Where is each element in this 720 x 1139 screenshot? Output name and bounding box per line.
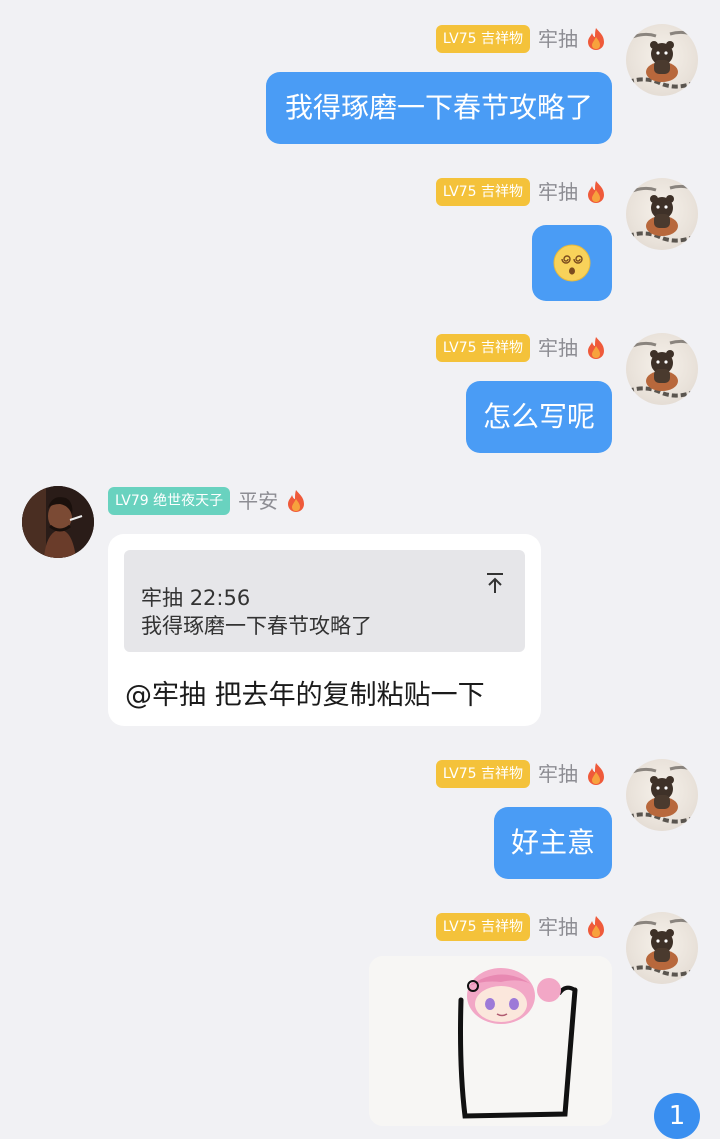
sender-name[interactable]: 牢抽 bbox=[538, 178, 578, 206]
sender-header: LV75 吉祥物 牢抽 bbox=[435, 25, 606, 53]
person-avatar-icon bbox=[22, 486, 94, 558]
avatar[interactable] bbox=[626, 333, 698, 405]
reply-text: @牢抽 把去年的复制粘贴一下 bbox=[125, 680, 485, 711]
avatar[interactable] bbox=[626, 178, 698, 250]
bear-avatar-icon bbox=[626, 178, 698, 250]
level-badge: LV75 吉祥物 bbox=[435, 178, 530, 206]
sender-name[interactable]: 牢抽 bbox=[538, 334, 578, 362]
fire-icon bbox=[586, 180, 606, 204]
avatar[interactable] bbox=[626, 24, 698, 96]
level-badge: LV75 吉祥物 bbox=[435, 760, 530, 788]
quote-time: 22:56 bbox=[189, 586, 251, 610]
bear-avatar-icon bbox=[626, 759, 698, 831]
sender-header: LV75 吉祥物 牢抽 bbox=[435, 178, 606, 206]
unread-count-badge[interactable]: 1 bbox=[654, 1093, 700, 1139]
message-bubble[interactable]: 好主意 bbox=[493, 807, 612, 879]
dizzy-face-emoji-icon bbox=[553, 244, 591, 282]
fire-icon bbox=[286, 489, 306, 513]
quote-header: 牢抽 22:56 bbox=[141, 582, 250, 612]
chat-screen: { "messages": [ {"badge": "LV75 吉祥物", "n… bbox=[0, 0, 720, 1139]
bear-avatar-icon bbox=[626, 912, 698, 984]
sender-header: LV75 吉祥物 牢抽 bbox=[435, 760, 606, 788]
bear-avatar-icon bbox=[626, 333, 698, 405]
sender-name[interactable]: 牢抽 bbox=[538, 25, 578, 53]
reply-message-bubble[interactable]: 牢抽 22:56 我得琢磨一下春节攻略了 @牢抽 把去年的复制粘贴一下 bbox=[108, 534, 541, 726]
sender-header: LV79 绝世夜天子 平安 bbox=[108, 487, 306, 515]
message-bubble[interactable]: 怎么写呢 bbox=[465, 381, 612, 453]
message-bubble[interactable] bbox=[532, 225, 612, 301]
sender-name[interactable]: 牢抽 bbox=[538, 913, 578, 941]
level-badge: LV75 吉祥物 bbox=[435, 913, 530, 941]
avatar[interactable] bbox=[626, 759, 698, 831]
fire-icon bbox=[586, 336, 606, 360]
fire-icon bbox=[586, 762, 606, 786]
jump-to-top-icon[interactable] bbox=[485, 572, 505, 594]
quote-sender: 牢抽 bbox=[141, 586, 183, 610]
quoted-message[interactable]: 牢抽 22:56 我得琢磨一下春节攻略了 bbox=[124, 550, 525, 652]
pink-hair-anime-girl-sticker-icon bbox=[369, 956, 612, 1126]
quote-text: 我得琢磨一下春节攻略了 bbox=[141, 614, 372, 638]
message-bubble[interactable]: 我得琢磨一下春节攻略了 bbox=[265, 72, 612, 144]
fire-icon bbox=[586, 27, 606, 51]
avatar[interactable] bbox=[22, 486, 94, 558]
avatar[interactable] bbox=[626, 912, 698, 984]
sender-header: LV75 吉祥物 牢抽 bbox=[435, 334, 606, 362]
level-badge: LV79 绝世夜天子 bbox=[108, 487, 231, 515]
level-badge: LV75 吉祥物 bbox=[435, 334, 530, 362]
fire-icon bbox=[586, 915, 606, 939]
sender-name[interactable]: 牢抽 bbox=[538, 760, 578, 788]
sender-header: LV75 吉祥物 牢抽 bbox=[435, 913, 606, 941]
sticker-message[interactable] bbox=[369, 956, 612, 1126]
bear-avatar-icon bbox=[626, 24, 698, 96]
level-badge: LV75 吉祥物 bbox=[435, 25, 530, 53]
sender-name[interactable]: 平安 bbox=[238, 487, 278, 515]
